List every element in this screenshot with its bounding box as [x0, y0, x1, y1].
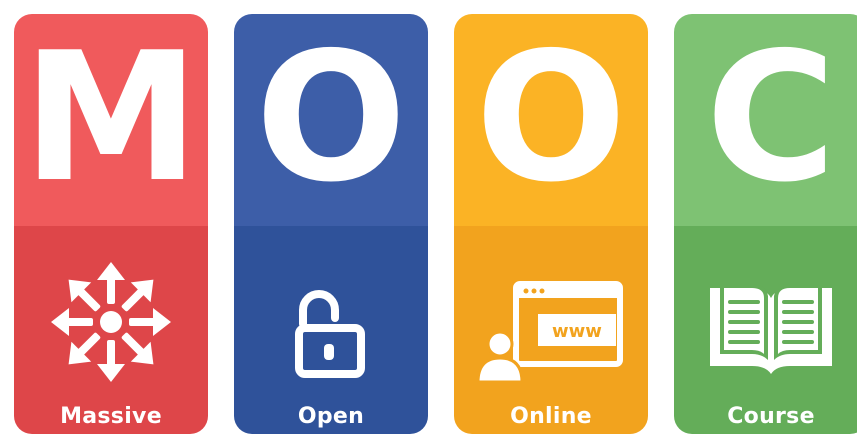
- open-book-icon: [710, 284, 832, 374]
- unlocked-padlock-icon: [295, 290, 365, 378]
- arrows-burst-icon: [51, 262, 171, 382]
- card-open: O Open: [234, 14, 428, 434]
- card-bottom: Open: [234, 226, 428, 434]
- letter-o: O: [475, 14, 627, 221]
- letter-c: C: [705, 14, 837, 221]
- letter-m: M: [22, 14, 200, 221]
- card-bottom: www Online: [454, 226, 648, 434]
- label-open: Open: [297, 404, 365, 429]
- card-bottom: Massive: [14, 226, 208, 434]
- card-course: C Course: [674, 14, 857, 434]
- card-top: O: [234, 14, 428, 226]
- card-massive: M Massive: [14, 14, 208, 434]
- card-top: M: [14, 14, 208, 226]
- card-bottom: Course: [674, 226, 857, 434]
- letter-o: O: [255, 14, 407, 221]
- card-online: O www Online: [454, 14, 648, 434]
- label-massive: Massive: [60, 404, 162, 429]
- card-top: O: [454, 14, 648, 226]
- label-online: Online: [510, 404, 592, 429]
- web-user-icon: www: [476, 281, 623, 384]
- label-course: Course: [727, 404, 815, 429]
- www-text: www: [552, 321, 602, 342]
- card-top: C: [674, 14, 857, 226]
